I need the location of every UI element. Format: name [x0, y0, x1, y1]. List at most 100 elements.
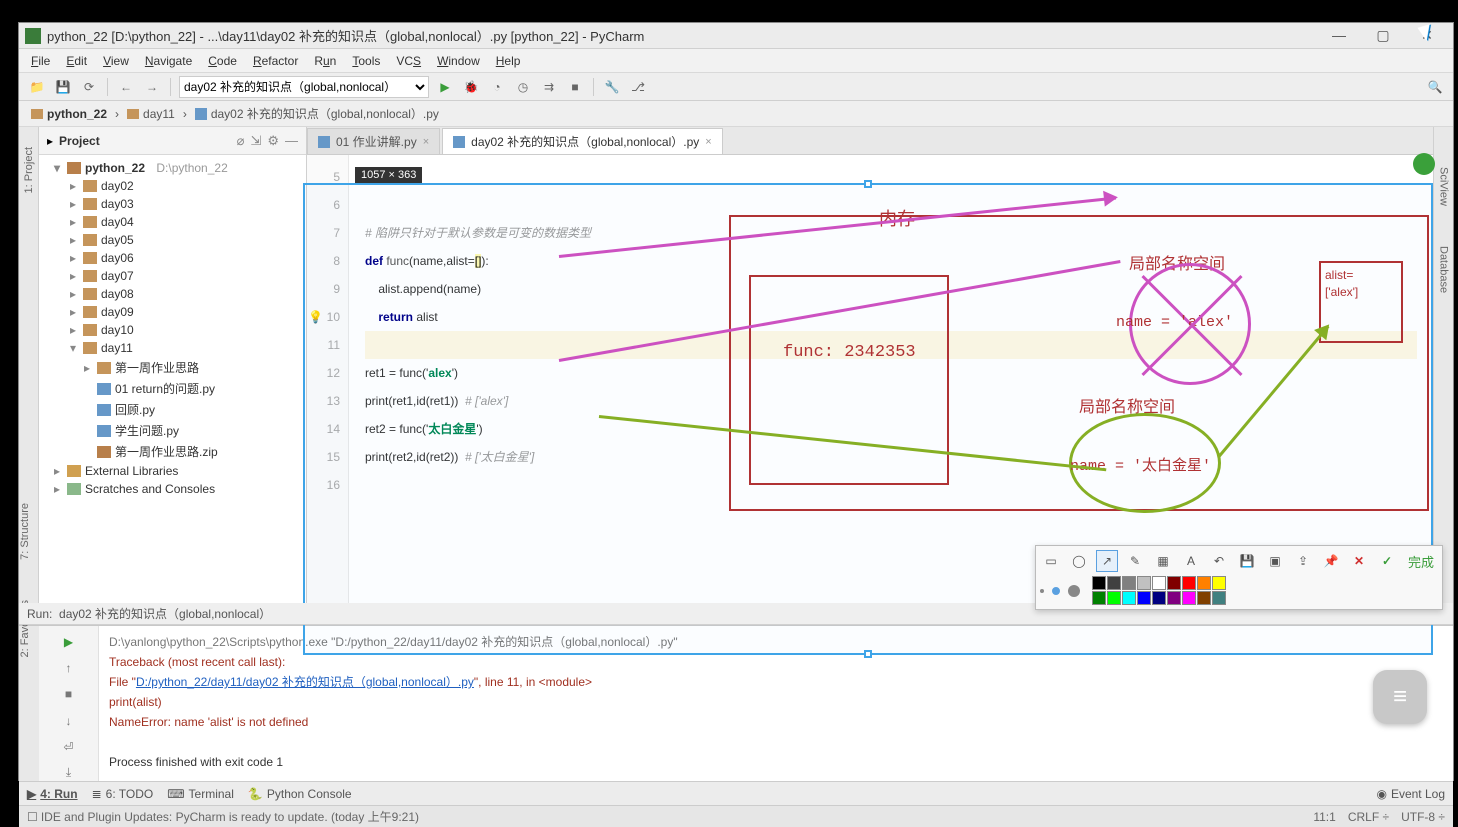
confirm-icon[interactable]: ✓ — [1376, 550, 1398, 572]
rail-project[interactable]: 1: Project — [23, 147, 35, 193]
gear-icon[interactable]: ⚙ — [267, 133, 279, 149]
tree-file[interactable]: 回顾.py — [39, 399, 306, 420]
minimize-button[interactable]: — — [1323, 27, 1355, 44]
undo-icon[interactable]: ↶ — [1208, 550, 1230, 572]
color-swatch[interactable] — [1182, 576, 1196, 590]
close-tab-icon[interactable]: × — [423, 136, 429, 148]
traceback-link[interactable]: D:/python_22/day11/day02 补充的知识点（global,n… — [136, 675, 474, 689]
tree-scratches[interactable]: ▸Scratches and Consoles — [39, 480, 306, 498]
color-swatch[interactable] — [1212, 591, 1226, 605]
tab-event-log[interactable]: ◉ Event Log — [1376, 787, 1445, 801]
back-icon[interactable]: ← — [116, 77, 136, 97]
color-swatch[interactable] — [1107, 576, 1121, 590]
menu-navigate[interactable]: Navigate — [139, 52, 198, 70]
menu-edit[interactable]: Edit — [60, 52, 93, 70]
menu-file[interactable]: File — [25, 52, 56, 70]
ellipse-tool-icon[interactable]: ◯ — [1068, 550, 1090, 572]
tree-folder[interactable]: ▾day11 — [39, 339, 306, 357]
tree-ext-libs[interactable]: ▸External Libraries — [39, 462, 306, 480]
rail-sciview[interactable]: SciView — [1438, 167, 1450, 206]
color-swatch[interactable] — [1152, 591, 1166, 605]
profile-icon[interactable]: ◷ — [513, 77, 533, 97]
menu-tools[interactable]: Tools — [346, 52, 386, 70]
tree-folder[interactable]: ▸第一周作业思路 — [39, 357, 306, 378]
settings-icon[interactable]: 🔧 — [602, 77, 622, 97]
menu-refactor[interactable]: Refactor — [247, 52, 304, 70]
color-swatch[interactable] — [1137, 591, 1151, 605]
collapse-icon[interactable]: ⇲ — [250, 133, 261, 149]
tree-folder[interactable]: ▸day09 — [39, 303, 306, 321]
soft-wrap-icon[interactable]: ⏎ — [58, 739, 80, 755]
color-swatch[interactable] — [1152, 576, 1166, 590]
rect-tool-icon[interactable]: ▭ — [1040, 550, 1062, 572]
bulb-icon[interactable]: 💡 — [308, 310, 323, 324]
run-config-select[interactable]: day02 补充的知识点（global,nonlocal） — [179, 76, 429, 98]
close-tab-icon[interactable]: × — [705, 136, 711, 148]
vcs-icon[interactable]: ⎇ — [628, 77, 648, 97]
tree-folder[interactable]: ▸day10 — [39, 321, 306, 339]
panel-dropdown-icon[interactable]: ▸ — [47, 134, 53, 148]
tree-folder[interactable]: ▸day03 — [39, 195, 306, 213]
maximize-button[interactable]: ▢ — [1367, 27, 1399, 44]
encoding[interactable]: UTF-8 ÷ — [1401, 810, 1445, 824]
share-icon[interactable]: ⇪ — [1292, 550, 1314, 572]
stop-run-icon[interactable]: ■ — [58, 686, 80, 702]
copy-icon[interactable]: ▣ — [1264, 550, 1286, 572]
editor-tab[interactable]: day02 补充的知识点（global,nonlocal）.py× — [442, 128, 723, 154]
menu-code[interactable]: Code — [202, 52, 243, 70]
color-swatch[interactable] — [1092, 591, 1106, 605]
scroll-end-icon[interactable]: ⤓ — [58, 765, 80, 781]
text-tool-icon[interactable]: A — [1180, 550, 1202, 572]
console-output[interactable]: D:\yanlong\python_22\Scripts\python.exe … — [99, 626, 1453, 781]
minimize-panel-icon[interactable]: — — [285, 133, 298, 148]
mosaic-tool-icon[interactable]: ▦ — [1152, 550, 1174, 572]
sync-icon[interactable]: ⟳ — [79, 77, 99, 97]
tree-folder[interactable]: ▸day05 — [39, 231, 306, 249]
close-button[interactable]: ✕ — [1411, 27, 1443, 44]
editor-tab[interactable]: 01 作业讲解.py× — [307, 128, 440, 154]
forward-icon[interactable]: → — [142, 77, 162, 97]
tree-file[interactable]: 学生问题.py — [39, 420, 306, 441]
color-swatch[interactable] — [1182, 591, 1196, 605]
cancel-icon[interactable]: ✕ — [1348, 550, 1370, 572]
color-swatch[interactable] — [1092, 576, 1106, 590]
tree-file[interactable]: 01 return的问题.py — [39, 378, 306, 399]
pen-tool-icon[interactable]: ✎ — [1124, 550, 1146, 572]
color-swatch[interactable] — [1107, 591, 1121, 605]
run-icon[interactable]: ▶ — [435, 77, 455, 97]
tree-folder[interactable]: ▸day02 — [39, 177, 306, 195]
color-swatch[interactable] — [1197, 591, 1211, 605]
save-icon[interactable]: 💾 — [53, 77, 73, 97]
tab-todo[interactable]: ≣ 6: TODO — [92, 787, 154, 801]
stroke-size[interactable] — [1040, 585, 1080, 597]
debug-icon[interactable]: 🐞 — [461, 77, 481, 97]
color-swatch[interactable] — [1167, 576, 1181, 590]
menu-vcs[interactable]: VCS — [390, 52, 427, 70]
color-swatch[interactable] — [1137, 576, 1151, 590]
color-swatch[interactable] — [1212, 576, 1226, 590]
color-palette[interactable] — [1092, 576, 1226, 605]
status-checkbox[interactable]: ☐ — [27, 810, 38, 824]
tree-root[interactable]: ▾python_22 D:\python_22 — [39, 159, 306, 177]
color-swatch[interactable] — [1197, 576, 1211, 590]
menu-window[interactable]: Window — [431, 52, 486, 70]
down-stack-icon[interactable]: ↓ — [58, 713, 80, 729]
done-button[interactable]: 完成 — [1404, 552, 1438, 571]
tab-python-console[interactable]: 🐍 Python Console — [248, 787, 352, 801]
color-swatch[interactable] — [1167, 591, 1181, 605]
color-swatch[interactable] — [1122, 591, 1136, 605]
tab-terminal[interactable]: ⌨ Terminal — [167, 787, 234, 801]
floating-list-button[interactable]: ≡ — [1373, 670, 1427, 724]
crumb-project[interactable]: python_22 — [27, 105, 111, 123]
color-swatch[interactable] — [1122, 576, 1136, 590]
menu-help[interactable]: Help — [490, 52, 527, 70]
stop-icon[interactable]: ■ — [565, 77, 585, 97]
crumb-dir[interactable]: day11 — [123, 105, 179, 123]
search-everywhere-icon[interactable]: 🔍 — [1425, 77, 1445, 97]
tree-folder[interactable]: ▸day04 — [39, 213, 306, 231]
tree-folder[interactable]: ▸day08 — [39, 285, 306, 303]
menu-view[interactable]: View — [97, 52, 135, 70]
line-sep[interactable]: CRLF ÷ — [1348, 810, 1389, 824]
save-icon[interactable]: 💾 — [1236, 550, 1258, 572]
arrow-tool-icon[interactable]: ↗ — [1096, 550, 1118, 572]
